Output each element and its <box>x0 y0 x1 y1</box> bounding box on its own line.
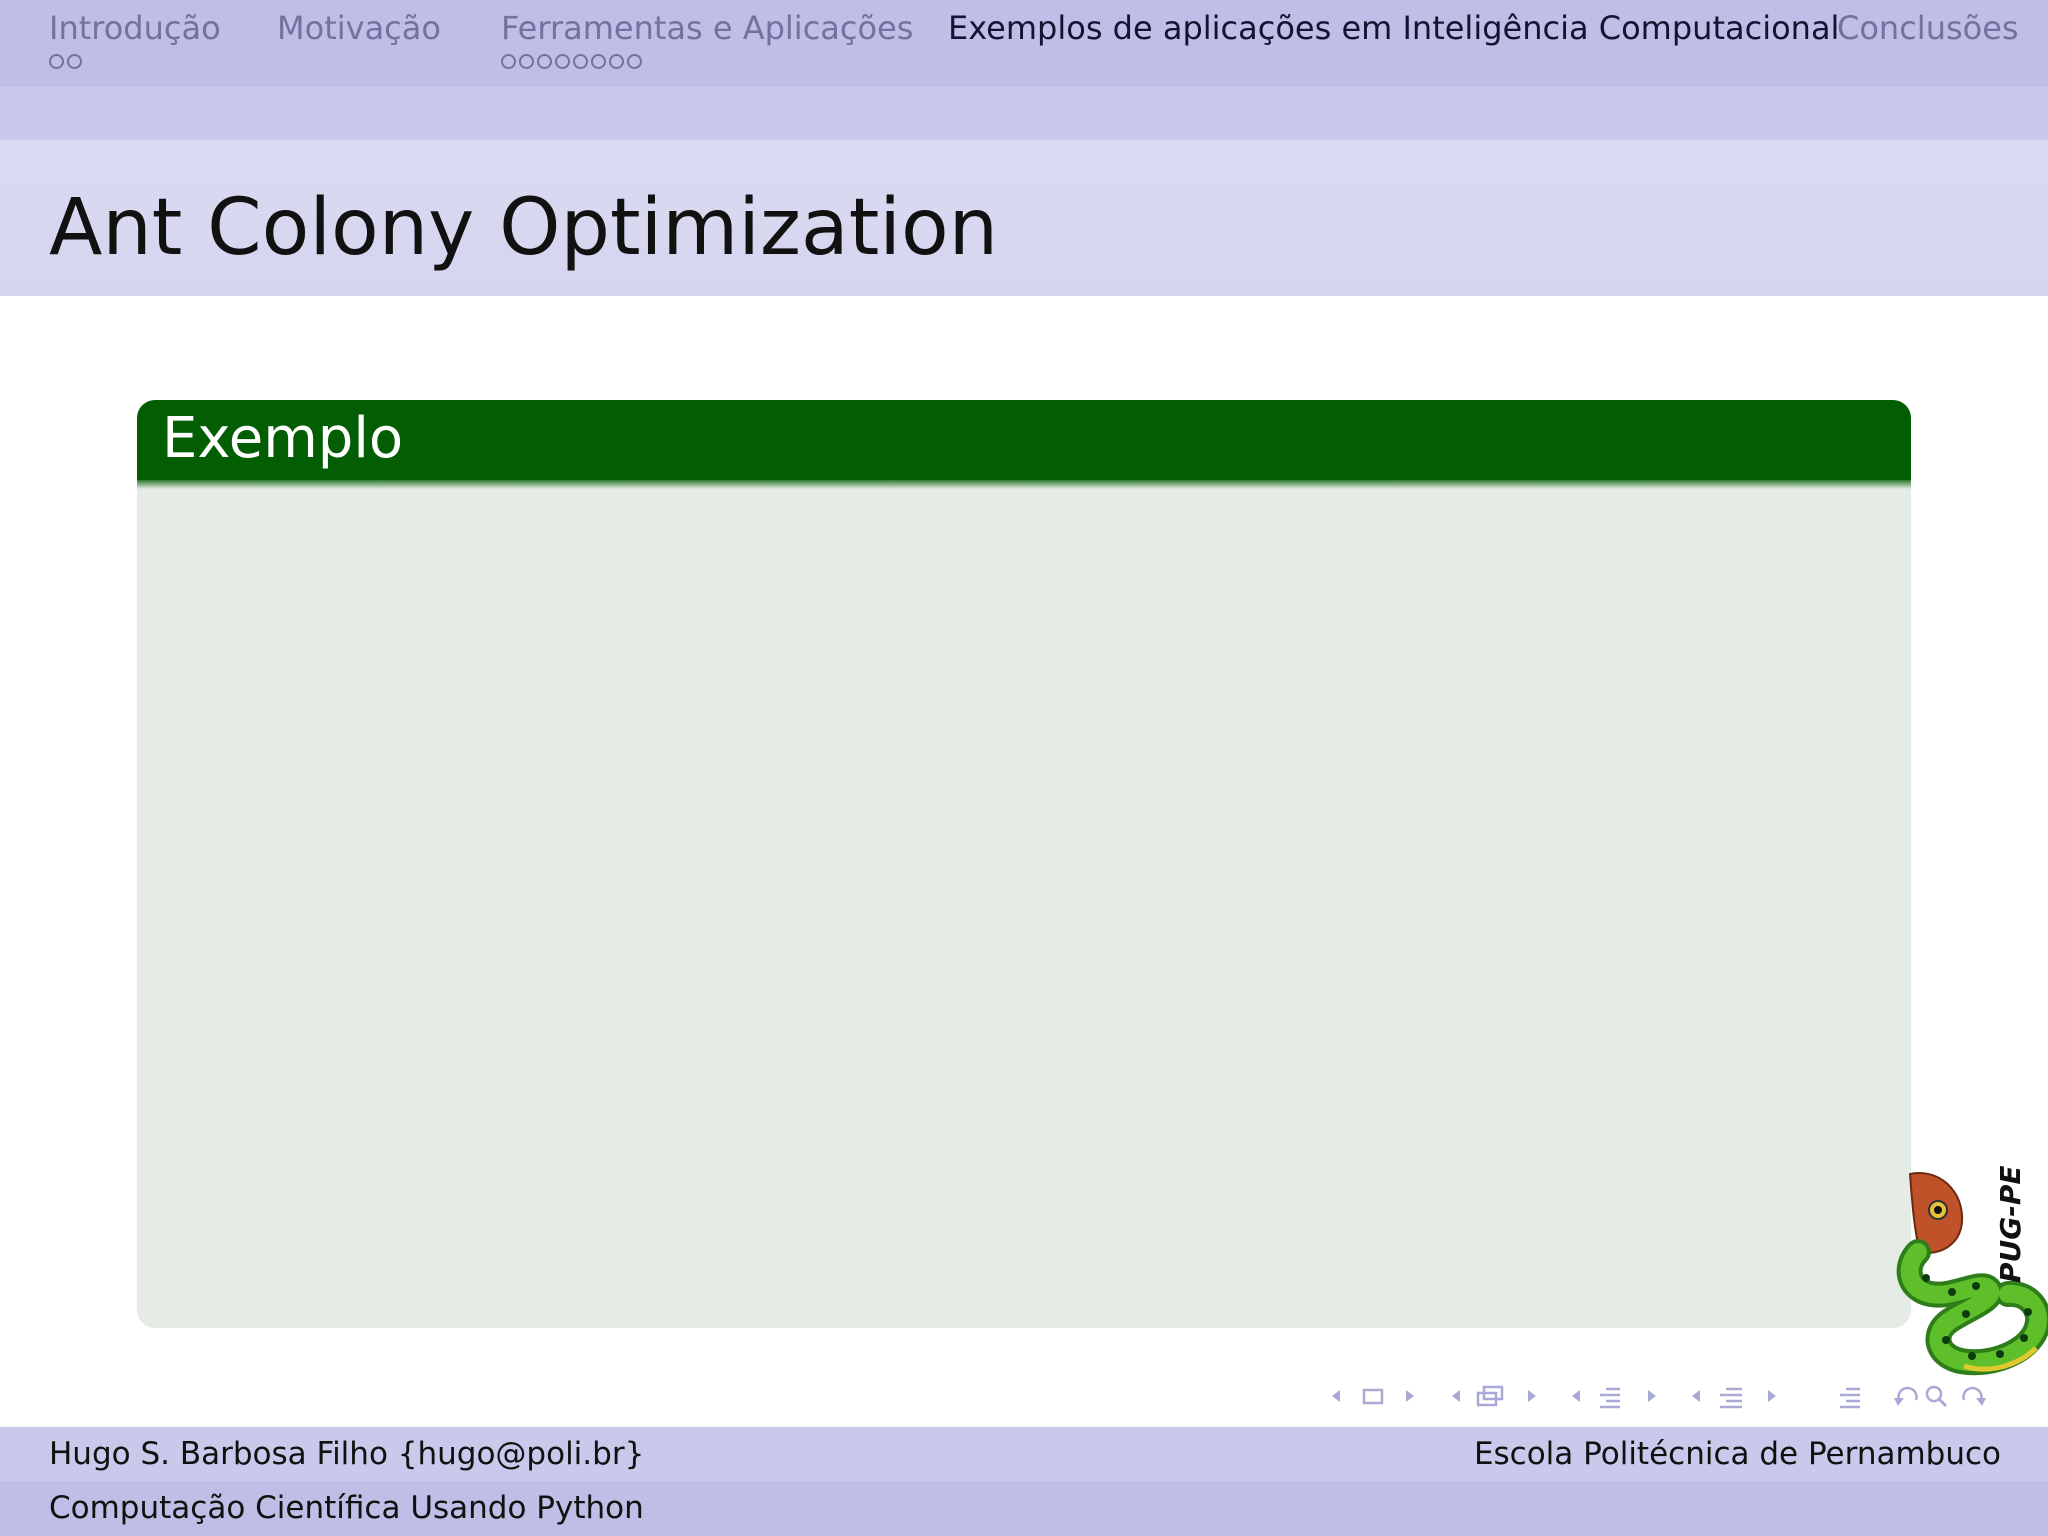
slide-dot[interactable] <box>573 54 588 69</box>
slide-dot[interactable] <box>627 54 642 69</box>
slide-next-icon[interactable] <box>1400 1378 1420 1414</box>
frame-prev-icon[interactable] <box>1446 1378 1466 1414</box>
section-prev-icon[interactable] <box>1686 1378 1706 1414</box>
nav-section-dots <box>49 54 221 74</box>
back-icon[interactable] <box>1892 1378 1920 1414</box>
nav-section-exemplos[interactable]: Exemplos de aplicações em Inteligência C… <box>948 8 1839 48</box>
slide-dot[interactable] <box>49 54 64 69</box>
forward-icon[interactable] <box>1960 1378 1988 1414</box>
slide-dot[interactable] <box>67 54 82 69</box>
nav-section-introducao[interactable]: Introdução <box>49 8 221 74</box>
nav-section-label[interactable]: Exemplos de aplicações em Inteligência C… <box>948 8 1839 48</box>
nav-section-label[interactable]: Ferramentas e Aplicações <box>501 8 913 48</box>
example-block-title: Exemplo <box>162 406 404 471</box>
example-block-body <box>137 480 1911 1328</box>
slide-dot[interactable] <box>519 54 534 69</box>
footer-course-title: Computação Científica Usando Python <box>49 1490 644 1526</box>
slide-icon[interactable] <box>1360 1378 1386 1414</box>
nav-section-conclusoes[interactable]: Conclusões <box>1837 8 2019 48</box>
slide-dot[interactable] <box>609 54 624 69</box>
frame-title: Ant Colony Optimization <box>49 183 999 273</box>
nav-section-label[interactable]: Motivação <box>277 8 441 48</box>
footer-institution: Escola Politécnica de Pernambuco <box>1473 1436 2001 1472</box>
nav-section-dots <box>501 54 913 74</box>
example-block-header: Exemplo <box>137 400 1911 489</box>
nav-section-motivacao[interactable]: Motivação <box>277 8 441 48</box>
frame-icon[interactable] <box>1474 1378 1506 1414</box>
document-icon[interactable] <box>1836 1378 1864 1414</box>
subsection-prev-icon[interactable] <box>1566 1378 1586 1414</box>
subsection-next-icon[interactable] <box>1642 1378 1662 1414</box>
slide-dot[interactable] <box>555 54 570 69</box>
slide-dot[interactable] <box>591 54 606 69</box>
nav-section-label[interactable]: Introdução <box>49 8 221 48</box>
section-icon[interactable] <box>1716 1378 1746 1414</box>
slide-dot[interactable] <box>537 54 552 69</box>
navigation-symbols <box>1320 1378 2040 1414</box>
slide-prev-icon[interactable] <box>1326 1378 1346 1414</box>
section-navigation-bar: Introdução Motivação Ferramentas e Aplic… <box>0 0 2048 87</box>
frame-next-icon[interactable] <box>1522 1378 1542 1414</box>
subsection-bar <box>0 87 2048 140</box>
frame-title-bar: Ant Colony Optimization <box>0 140 2048 296</box>
search-icon[interactable] <box>1924 1378 1950 1414</box>
footer-author: Hugo S. Barbosa Filho {hugo@poli.br} <box>49 1436 645 1472</box>
footer-top-band: Hugo S. Barbosa Filho {hugo@poli.br} Esc… <box>0 1427 2048 1481</box>
footer-bottom-band: Computação Científica Usando Python <box>0 1481 2048 1536</box>
nav-section-label[interactable]: Conclusões <box>1837 8 2019 48</box>
subsection-icon[interactable] <box>1596 1378 1624 1414</box>
example-block: Exemplo <box>137 400 1911 1328</box>
slide-dot[interactable] <box>501 54 516 69</box>
nav-section-ferramentas[interactable]: Ferramentas e Aplicações <box>501 8 913 74</box>
pug-pe-logo-text: PUG-PE <box>1994 1165 2027 1283</box>
section-next-icon[interactable] <box>1762 1378 1782 1414</box>
